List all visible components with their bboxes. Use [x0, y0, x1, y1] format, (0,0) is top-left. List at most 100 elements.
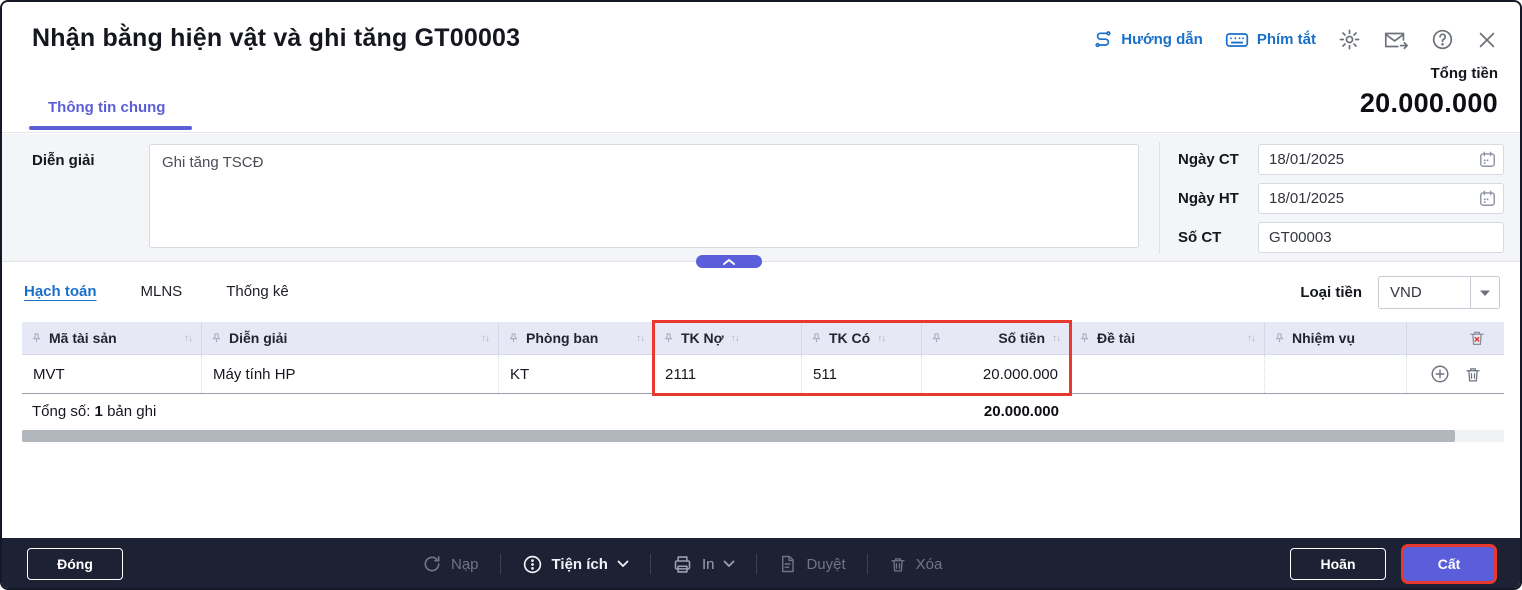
- col-label: Đề tài: [1097, 330, 1136, 346]
- delete-button[interactable]: Xóa: [889, 555, 943, 574]
- printer-icon: [672, 554, 693, 575]
- col-header-ma-tai-san[interactable]: Mã tài sản ↑↓: [22, 322, 202, 354]
- tab-thong-tin-chung[interactable]: Thông tin chung: [48, 99, 165, 116]
- calendar-icon[interactable]: [1478, 189, 1497, 208]
- scrollbar-thumb[interactable]: [22, 430, 1455, 442]
- col-label: Nhiệm vụ: [1292, 330, 1356, 346]
- total-value: 20.000.000: [1359, 88, 1498, 118]
- table-row[interactable]: MVT Máy tính HP KT 2111 511 20.000.000: [22, 355, 1504, 394]
- cell-nhiem-vu[interactable]: [1265, 355, 1407, 393]
- pin-icon[interactable]: [663, 332, 674, 344]
- utilities-icon: [522, 554, 543, 575]
- pin-icon[interactable]: [1274, 332, 1285, 344]
- add-row-icon[interactable]: [1430, 364, 1450, 384]
- reload-label: Nạp: [451, 555, 479, 573]
- toolbar-right: Hoãn Cất: [1290, 547, 1494, 581]
- delete-all-rows-icon[interactable]: [1468, 329, 1486, 347]
- shortcut-link[interactable]: Phím tắt: [1225, 30, 1316, 50]
- accounting-grid: Mã tài sản ↑↓ Diễn giải ↑↓ Phòng ban ↑↓ …: [22, 322, 1504, 429]
- pin-icon[interactable]: [1079, 332, 1090, 344]
- guide-link[interactable]: Hướng dẫn: [1093, 30, 1203, 50]
- sort-icon[interactable]: ↑↓: [1052, 333, 1061, 344]
- cell-dien-giai[interactable]: Máy tính HP: [202, 355, 499, 393]
- delete-row-icon[interactable]: [1464, 365, 1482, 384]
- currency-picker: Loại tiền VND: [1300, 276, 1500, 309]
- pin-icon[interactable]: [31, 332, 42, 344]
- pin-icon[interactable]: [211, 332, 222, 344]
- help-icon[interactable]: [1431, 28, 1454, 51]
- col-header-de-tai[interactable]: Đề tài ↑↓: [1070, 322, 1265, 354]
- toolbar-divider: [649, 554, 651, 574]
- keyboard-icon: [1225, 30, 1249, 50]
- approve-label: Duyệt: [806, 555, 846, 573]
- guide-link-label: Hướng dẫn: [1121, 31, 1203, 48]
- trash-icon: [889, 555, 907, 574]
- utilities-label: Tiện ích: [551, 555, 608, 573]
- description-label: Diễn giải: [32, 152, 95, 169]
- send-mail-icon[interactable]: [1383, 29, 1409, 51]
- dialog-window: Nhận bằng hiện vật và ghi tăng GT00003 H…: [0, 0, 1522, 590]
- utilities-button[interactable]: Tiện ích: [522, 554, 629, 575]
- tab-active-underline: [29, 126, 192, 130]
- toolbar-actions: Nạp Tiện ích In Duyệt Xóa: [422, 538, 943, 588]
- so-ct-input[interactable]: [1258, 222, 1504, 253]
- print-button[interactable]: In: [672, 554, 736, 575]
- col-header-phong-ban[interactable]: Phòng ban ↑↓: [499, 322, 654, 354]
- tab-hach-toan[interactable]: Hạch toán: [24, 283, 97, 300]
- sort-icon[interactable]: ↑↓: [731, 333, 740, 344]
- settings-gear-icon[interactable]: [1338, 28, 1361, 51]
- col-header-so-tien[interactable]: Số tiền ↑↓: [922, 322, 1070, 354]
- sort-icon[interactable]: ↑↓: [1247, 333, 1256, 344]
- cell-tk-no[interactable]: 2111: [654, 355, 802, 393]
- tab-mlns[interactable]: MLNS: [141, 283, 183, 300]
- pin-icon[interactable]: [508, 332, 519, 344]
- horizontal-scrollbar: [22, 430, 1504, 442]
- collapse-panel-button[interactable]: [696, 255, 762, 268]
- col-header-nhiem-vu[interactable]: Nhiệm vụ: [1265, 322, 1407, 354]
- form-divider: [1159, 142, 1160, 254]
- pin-icon[interactable]: [931, 332, 942, 344]
- side-fields: Ngày CT Ngày HT: [1178, 144, 1504, 261]
- bottom-toolbar: Đóng Nạp Tiện ích In Duyệt Xóa Hoãn Cất: [2, 538, 1520, 588]
- col-header-dien-giai[interactable]: Diễn giải ↑↓: [202, 322, 499, 354]
- tab-thong-ke[interactable]: Thống kê: [226, 283, 289, 300]
- col-label: Diễn giải: [229, 330, 288, 346]
- footer-total-amount: 20.000.000: [983, 403, 1059, 420]
- currency-select[interactable]: VND: [1378, 276, 1500, 309]
- col-header-tk-co[interactable]: TK Có ↑↓: [802, 322, 922, 354]
- toolbar-divider: [756, 554, 758, 574]
- form-section: Diễn giải Ghi tăng TSCĐ Ngày CT Ngày HT: [2, 134, 1520, 262]
- save-button[interactable]: Cất: [1404, 547, 1494, 581]
- pin-icon[interactable]: [811, 332, 822, 344]
- cell-ma-tai-san[interactable]: MVT: [22, 355, 202, 393]
- document-icon: [778, 554, 797, 574]
- ngay-ct-input[interactable]: [1258, 144, 1504, 175]
- ngay-ct-label: Ngày CT: [1178, 151, 1239, 168]
- approve-button[interactable]: Duyệt: [778, 554, 846, 574]
- cell-so-tien[interactable]: 20.000.000: [922, 355, 1070, 393]
- col-label: TK Có: [829, 330, 871, 346]
- col-label: Số tiền: [998, 330, 1045, 346]
- ngay-ht-label: Ngày HT: [1178, 190, 1239, 207]
- description-textarea[interactable]: Ghi tăng TSCĐ: [149, 144, 1139, 248]
- refresh-icon: [422, 554, 442, 574]
- col-header-tk-no[interactable]: TK Nợ ↑↓: [654, 322, 802, 354]
- sort-icon[interactable]: ↑↓: [636, 333, 645, 344]
- cell-de-tai[interactable]: [1070, 355, 1265, 393]
- close-icon[interactable]: [1476, 29, 1498, 51]
- reload-button[interactable]: Nạp: [422, 554, 479, 574]
- close-button[interactable]: Đóng: [27, 548, 123, 580]
- sort-icon[interactable]: ↑↓: [184, 333, 193, 344]
- ngay-ht-input[interactable]: [1258, 183, 1504, 214]
- chevron-up-icon: [723, 258, 735, 265]
- chevron-down-icon: [617, 560, 629, 568]
- page-title: Nhận bằng hiện vật và ghi tăng GT00003: [32, 24, 521, 52]
- delete-label: Xóa: [915, 555, 943, 573]
- sort-icon[interactable]: ↑↓: [481, 333, 490, 344]
- sort-icon[interactable]: ↑↓: [877, 333, 886, 344]
- calendar-icon[interactable]: [1478, 150, 1497, 169]
- guide-route-icon: [1093, 30, 1113, 50]
- cell-phong-ban[interactable]: KT: [499, 355, 654, 393]
- cell-tk-co[interactable]: 511: [802, 355, 922, 393]
- postpone-button[interactable]: Hoãn: [1290, 548, 1386, 580]
